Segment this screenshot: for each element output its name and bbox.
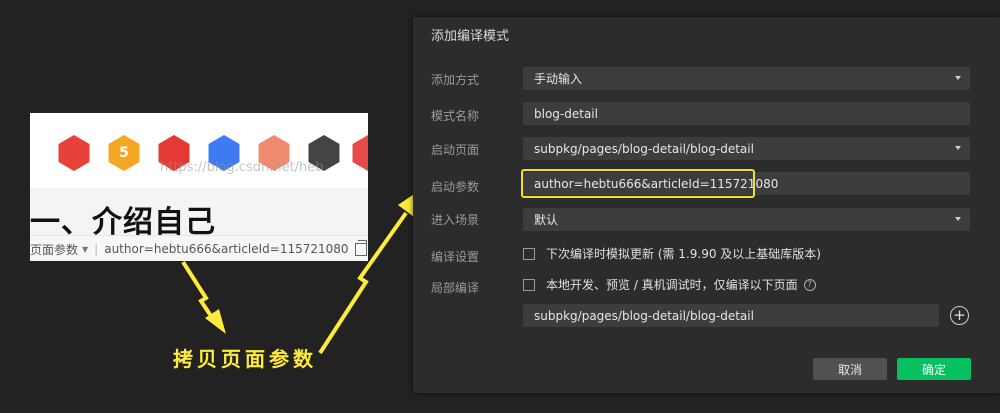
confirm-button[interactable]: 确定 [897,358,971,380]
caret-down-icon [955,76,961,80]
scene-select[interactable]: 默认 [523,208,970,231]
compile-settings-label: 编译设置 [431,250,480,264]
page-params-value: author=hebtu666&articleId=115721080 [104,242,349,256]
page-params-bar: 页面参数 ▼ | author=hebtu666&articleId=11572… [30,235,368,261]
highlight-box [521,169,755,198]
cancel-button[interactable]: 取消 [813,358,887,380]
start-params-label: 启动参数 [431,180,480,194]
divider: | [94,242,99,256]
arrow-to-bar [181,260,217,324]
partial-compile-label: 局部编译 [431,281,480,295]
add-page-icon[interactable]: + [950,306,969,325]
add-method-value: 手动输入 [534,72,583,86]
simulate-update-text: 下次编译时模拟更新 (需 1.9.90 及以上基础库版本) [546,247,821,261]
badge-row: 5 https://blog.csdn.net/heb [30,113,368,188]
caret-down-icon[interactable]: ▼ [82,245,88,254]
add-method-label: 添加方式 [431,73,480,87]
help-icon[interactable]: ? [803,278,816,291]
simulate-update-row[interactable]: 下次编译时模拟更新 (需 1.9.90 及以上基础库版本) [523,245,821,262]
scene-value: 默认 [534,213,559,227]
annotation-text: 拷贝页面参数 [173,347,317,371]
start-page-value: subpkg/pages/blog-detail/blog-detail [534,141,754,156]
stripe-badge-icon: 5 [108,135,140,171]
start-page-label: 启动页面 [431,143,480,157]
partial-compile-text: 本地开发、预览 / 真机调试时，仅编译以下页面 [546,278,798,292]
mode-name-value: blog-detail [534,106,598,121]
copy-icon[interactable] [354,239,367,256]
add-compile-mode-dialog: 添加编译模式 添加方式 手动输入 模式名称 blog-detail 启动页面 s… [413,17,1000,393]
caret-down-icon [955,217,961,221]
page-params-label[interactable]: 页面参数 [30,241,78,258]
page-preview: 5 https://blog.csdn.net/heb 一、介绍自己 页面参数 … [30,113,368,261]
partial-page-value: subpkg/pages/blog-detail/blog-detail [534,308,754,323]
partial-compile-row[interactable]: 本地开发、预览 / 真机调试时，仅编译以下页面 ? [523,276,816,293]
mode-name-input[interactable]: blog-detail [523,102,970,125]
watermark: https://blog.csdn.net/heb [160,160,324,175]
partial-compile-checkbox[interactable] [523,278,535,291]
calendar-badge-icon [352,135,368,171]
partial-page-input[interactable]: subpkg/pages/blog-detail/blog-detail [523,304,939,327]
start-page-select[interactable]: subpkg/pages/blog-detail/blog-detail [523,137,970,160]
monkey-icon [58,135,90,171]
dialog-title: 添加编译模式 [431,29,510,44]
arrow-to-bar-head [205,309,226,334]
caret-down-icon [955,146,961,150]
simulate-update-checkbox[interactable] [523,247,535,260]
mode-name-label: 模式名称 [431,109,480,123]
add-method-select[interactable]: 手动输入 [523,67,970,90]
scene-label: 进入场景 [431,213,480,227]
